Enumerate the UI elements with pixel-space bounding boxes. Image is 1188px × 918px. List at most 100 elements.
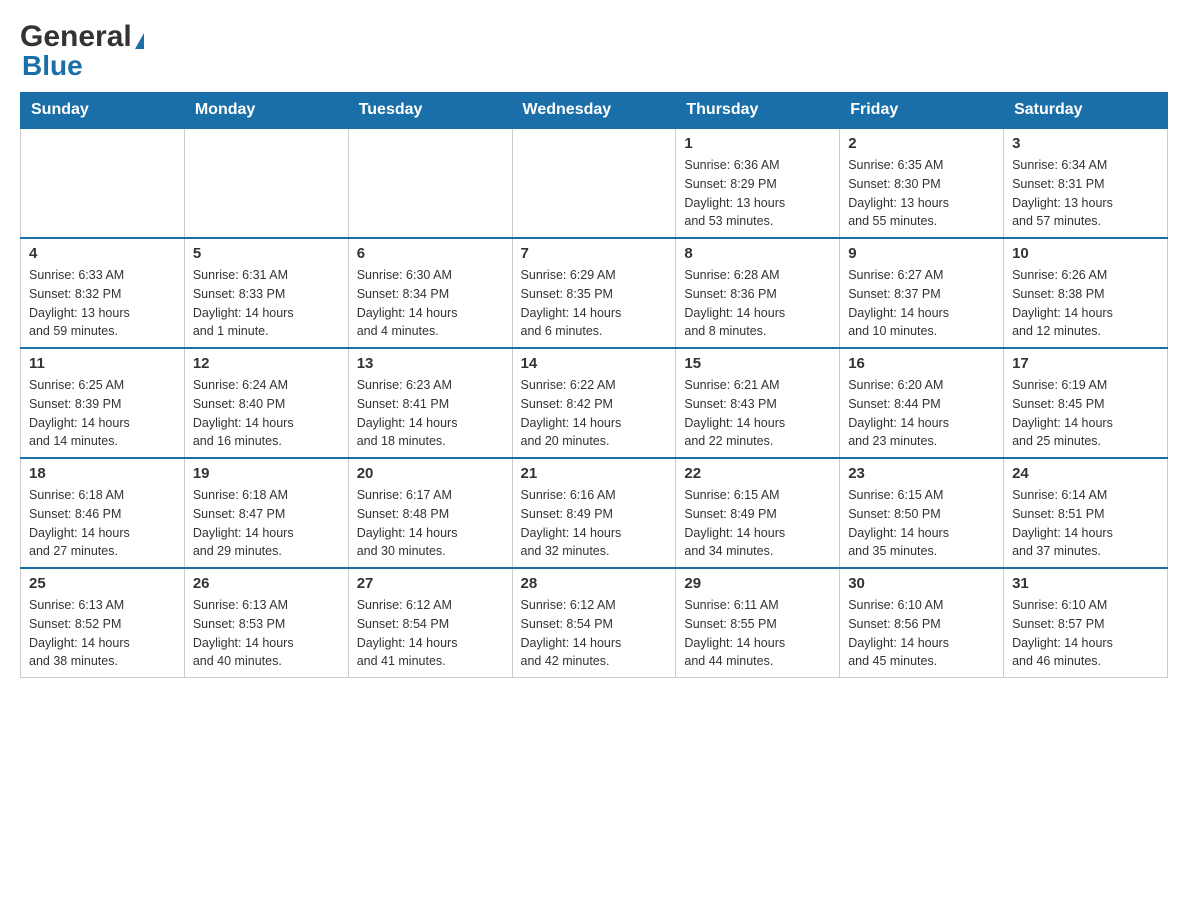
calendar-cell-w2-d4: 7 Sunrise: 6:29 AM Sunset: 8:35 PM Daylig… — [512, 238, 676, 348]
day-number: 13 — [357, 355, 504, 372]
day-number: 28 — [521, 575, 668, 592]
calendar-week-1: 1 Sunrise: 6:36 AM Sunset: 8:29 PM Daylig… — [21, 128, 1168, 238]
day-info: Sunrise: 6:11 AM Sunset: 8:55 PM Dayligh… — [684, 596, 831, 671]
day-number: 12 — [193, 355, 340, 372]
day-number: 5 — [193, 245, 340, 262]
day-info: Sunrise: 6:15 AM Sunset: 8:50 PM Dayligh… — [848, 486, 995, 561]
day-info: Sunrise: 6:34 AM Sunset: 8:31 PM Dayligh… — [1012, 156, 1159, 231]
day-info: Sunrise: 6:29 AM Sunset: 8:35 PM Dayligh… — [521, 266, 668, 341]
calendar-cell-w3-d3: 13Sunrise: 6:23 AM Sunset: 8:41 PM Dayli… — [348, 348, 512, 458]
col-friday: Friday — [840, 93, 1004, 129]
day-info: Sunrise: 6:28 AM Sunset: 8:36 PM Dayligh… — [684, 266, 831, 341]
day-info: Sunrise: 6:25 AM Sunset: 8:39 PM Dayligh… — [29, 376, 176, 451]
day-number: 19 — [193, 465, 340, 482]
day-info: Sunrise: 6:12 AM Sunset: 8:54 PM Dayligh… — [521, 596, 668, 671]
day-info: Sunrise: 6:36 AM Sunset: 8:29 PM Dayligh… — [684, 156, 831, 231]
calendar-week-5: 25Sunrise: 6:13 AM Sunset: 8:52 PM Dayli… — [21, 568, 1168, 678]
col-wednesday: Wednesday — [512, 93, 676, 129]
calendar-cell-w4-d5: 22 Sunrise: 6:15 AM Sunset: 8:49 PM Dayli… — [676, 458, 840, 568]
calendar-cell-w2-d2: 5 Sunrise: 6:31 AM Sunset: 8:33 PM Daylig… — [184, 238, 348, 348]
day-number: 18 — [29, 465, 176, 482]
calendar-cell-w4-d7: 24 Sunrise: 6:14 AM Sunset: 8:51 PM Dayli… — [1004, 458, 1168, 568]
calendar-cell-w5-d5: 29 Sunrise: 6:11 AM Sunset: 8:55 PM Dayli… — [676, 568, 840, 678]
logo-area: General Blue — [20, 20, 144, 82]
calendar-cell-w4-d2: 19 Sunrise: 6:18 AM Sunset: 8:47 PM Dayli… — [184, 458, 348, 568]
day-number: 20 — [357, 465, 504, 482]
calendar-header-row: Sunday Monday Tuesday Wednesday Thursday… — [21, 93, 1168, 129]
calendar-cell-w4-d4: 21 Sunrise: 6:16 AM Sunset: 8:49 PM Dayli… — [512, 458, 676, 568]
calendar-cell-w1-d6: 2Sunrise: 6:35 AM Sunset: 8:30 PM Daylig… — [840, 128, 1004, 238]
day-info: Sunrise: 6:24 AM Sunset: 8:40 PM Dayligh… — [193, 376, 340, 451]
calendar-cell-w5-d4: 28 Sunrise: 6:12 AM Sunset: 8:54 PM Dayli… — [512, 568, 676, 678]
day-info: Sunrise: 6:18 AM Sunset: 8:46 PM Dayligh… — [29, 486, 176, 561]
day-number: 27 — [357, 575, 504, 592]
day-number: 6 — [357, 245, 504, 262]
calendar-cell-w3-d5: 15 Sunrise: 6:21 AM Sunset: 8:43 PM Dayli… — [676, 348, 840, 458]
day-info: Sunrise: 6:21 AM Sunset: 8:43 PM Dayligh… — [684, 376, 831, 451]
logo-general-text: General — [20, 20, 132, 53]
logo-block: General — [20, 20, 144, 54]
calendar-cell-w2-d7: 10 Sunrise: 6:26 AM Sunset: 8:38 PM Dayli… — [1004, 238, 1168, 348]
calendar-cell-w1-d4 — [512, 128, 676, 238]
day-number: 15 — [684, 355, 831, 372]
day-number: 3 — [1012, 135, 1159, 152]
calendar-cell-w3-d4: 14 Sunrise: 6:22 AM Sunset: 8:42 PM Dayli… — [512, 348, 676, 458]
calendar-cell-w1-d3 — [348, 128, 512, 238]
calendar-cell-w4-d6: 23 Sunrise: 6:15 AM Sunset: 8:50 PM Dayli… — [840, 458, 1004, 568]
day-number: 21 — [521, 465, 668, 482]
day-number: 24 — [1012, 465, 1159, 482]
day-info: Sunrise: 6:22 AM Sunset: 8:42 PM Dayligh… — [521, 376, 668, 451]
day-number: 31 — [1012, 575, 1159, 592]
day-info: Sunrise: 6:10 AM Sunset: 8:57 PM Dayligh… — [1012, 596, 1159, 671]
day-number: 17 — [1012, 355, 1159, 372]
day-info: Sunrise: 6:33 AM Sunset: 8:32 PM Dayligh… — [29, 266, 176, 341]
day-info: Sunrise: 6:14 AM Sunset: 8:51 PM Dayligh… — [1012, 486, 1159, 561]
calendar-table: Sunday Monday Tuesday Wednesday Thursday… — [20, 92, 1168, 678]
day-number: 7 — [521, 245, 668, 262]
calendar-cell-w1-d7: 3 Sunrise: 6:34 AM Sunset: 8:31 PM Daylig… — [1004, 128, 1168, 238]
calendar-cell-w5-d3: 27 Sunrise: 6:12 AM Sunset: 8:54 PM Dayli… — [348, 568, 512, 678]
day-number: 9 — [848, 245, 995, 262]
day-info: Sunrise: 6:13 AM Sunset: 8:52 PM Dayligh… — [29, 596, 176, 671]
calendar-cell-w1-d5: 1 Sunrise: 6:36 AM Sunset: 8:29 PM Daylig… — [676, 128, 840, 238]
calendar-week-2: 4 Sunrise: 6:33 AM Sunset: 8:32 PM Daylig… — [21, 238, 1168, 348]
day-info: Sunrise: 6:18 AM Sunset: 8:47 PM Dayligh… — [193, 486, 340, 561]
calendar-cell-w5-d2: 26Sunrise: 6:13 AM Sunset: 8:53 PM Dayli… — [184, 568, 348, 678]
calendar-cell-w2-d5: 8 Sunrise: 6:28 AM Sunset: 8:36 PM Daylig… — [676, 238, 840, 348]
calendar-cell-w3-d6: 16Sunrise: 6:20 AM Sunset: 8:44 PM Dayli… — [840, 348, 1004, 458]
day-number: 30 — [848, 575, 995, 592]
day-number: 22 — [684, 465, 831, 482]
calendar-cell-w2-d6: 9Sunrise: 6:27 AM Sunset: 8:37 PM Daylig… — [840, 238, 1004, 348]
day-info: Sunrise: 6:31 AM Sunset: 8:33 PM Dayligh… — [193, 266, 340, 341]
day-info: Sunrise: 6:19 AM Sunset: 8:45 PM Dayligh… — [1012, 376, 1159, 451]
col-sunday: Sunday — [21, 93, 185, 129]
calendar-cell-w3-d2: 12 Sunrise: 6:24 AM Sunset: 8:40 PM Dayli… — [184, 348, 348, 458]
day-info: Sunrise: 6:15 AM Sunset: 8:49 PM Dayligh… — [684, 486, 831, 561]
logo-blue-text: Blue — [22, 50, 83, 82]
calendar-week-3: 11 Sunrise: 6:25 AM Sunset: 8:39 PM Dayli… — [21, 348, 1168, 458]
day-number: 29 — [684, 575, 831, 592]
day-number: 23 — [848, 465, 995, 482]
calendar-cell-w1-d1 — [21, 128, 185, 238]
day-info: Sunrise: 6:26 AM Sunset: 8:38 PM Dayligh… — [1012, 266, 1159, 341]
day-info: Sunrise: 6:17 AM Sunset: 8:48 PM Dayligh… — [357, 486, 504, 561]
day-number: 11 — [29, 355, 176, 372]
calendar-cell-w5-d7: 31 Sunrise: 6:10 AM Sunset: 8:57 PM Dayli… — [1004, 568, 1168, 678]
day-number: 10 — [1012, 245, 1159, 262]
day-number: 4 — [29, 245, 176, 262]
day-number: 14 — [521, 355, 668, 372]
col-thursday: Thursday — [676, 93, 840, 129]
calendar-cell-w2-d1: 4 Sunrise: 6:33 AM Sunset: 8:32 PM Daylig… — [21, 238, 185, 348]
calendar-cell-w3-d7: 17 Sunrise: 6:19 AM Sunset: 8:45 PM Dayli… — [1004, 348, 1168, 458]
calendar-cell-w5-d6: 30 Sunrise: 6:10 AM Sunset: 8:56 PM Dayli… — [840, 568, 1004, 678]
day-info: Sunrise: 6:20 AM Sunset: 8:44 PM Dayligh… — [848, 376, 995, 451]
day-number: 1 — [684, 135, 831, 152]
day-info: Sunrise: 6:12 AM Sunset: 8:54 PM Dayligh… — [357, 596, 504, 671]
day-info: Sunrise: 6:35 AM Sunset: 8:30 PM Dayligh… — [848, 156, 995, 231]
day-info: Sunrise: 6:16 AM Sunset: 8:49 PM Dayligh… — [521, 486, 668, 561]
day-number: 26 — [193, 575, 340, 592]
day-info: Sunrise: 6:10 AM Sunset: 8:56 PM Dayligh… — [848, 596, 995, 671]
calendar-cell-w5-d1: 25Sunrise: 6:13 AM Sunset: 8:52 PM Dayli… — [21, 568, 185, 678]
col-monday: Monday — [184, 93, 348, 129]
day-number: 8 — [684, 245, 831, 262]
